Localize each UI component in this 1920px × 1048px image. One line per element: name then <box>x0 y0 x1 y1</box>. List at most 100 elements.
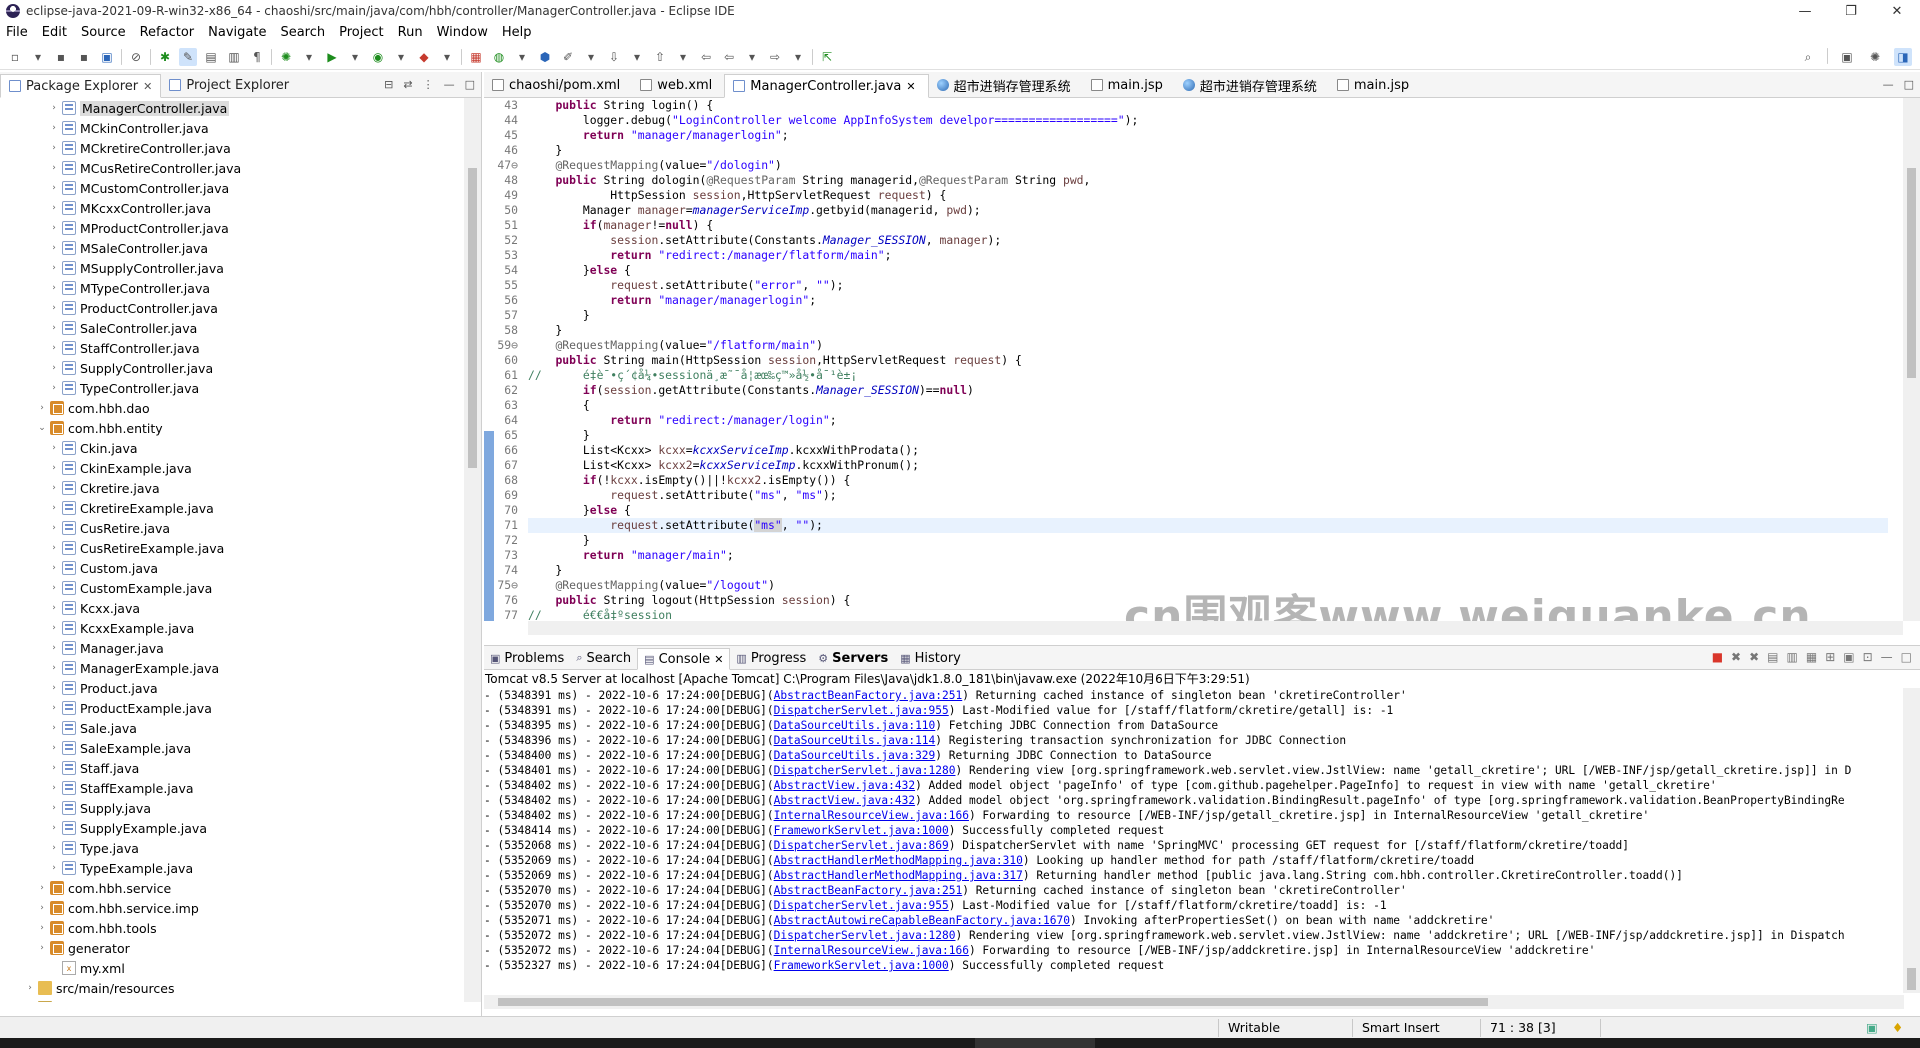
tree-item[interactable]: › SupplyExample.java <box>0 818 462 838</box>
tab-servers[interactable]: ⚙ Servers <box>812 647 894 669</box>
code-line[interactable]: 71 request.setAttribute("ms", ""); <box>504 518 1888 533</box>
tree-item[interactable]: › TypeExample.java <box>0 858 462 878</box>
code-line[interactable]: 43 public String login() { <box>504 98 1888 113</box>
editor-tab[interactable]: main.jsp <box>1329 73 1421 97</box>
tree-item[interactable]: › StaffExample.java <box>0 778 462 798</box>
tip-icon[interactable]: ♦ <box>1892 1020 1903 1035</box>
open-type-icon[interactable]: ✱ <box>156 48 174 66</box>
tree-item[interactable]: › generator <box>0 938 462 958</box>
tree-item[interactable]: › CusRetireExample.java <box>0 538 462 558</box>
tree-item[interactable]: › CusRetire.java <box>0 518 462 538</box>
code-lines[interactable]: 43 public String login() {44 logger.debu… <box>497 98 1888 621</box>
java-perspective-icon[interactable]: ◨ <box>1894 48 1912 66</box>
tree-item[interactable]: › MKcxxController.java <box>0 198 462 218</box>
menu-source[interactable]: Source <box>81 25 126 40</box>
close-tab-icon[interactable]: ✕ <box>906 80 915 93</box>
pin-editor-icon[interactable]: ⇱ <box>818 48 836 66</box>
tree-item[interactable]: › MSaleController.java <box>0 238 462 258</box>
tree-item[interactable]: › Kcxx.java <box>0 598 462 618</box>
expand-arrow-icon[interactable]: › <box>48 563 60 573</box>
console-log[interactable]: - (5348391 ms) - 2022-10-6 17:24:00[DEBU… <box>484 688 1904 993</box>
code-line[interactable]: 49 HttpSession session,HttpServletReques… <box>504 188 1888 203</box>
expand-arrow-icon[interactable]: › <box>36 943 48 953</box>
code-line[interactable]: 54 }else { <box>504 263 1888 278</box>
tab-progress[interactable]: ▥ Progress <box>730 647 812 669</box>
coverage-icon[interactable]: ◉ <box>369 48 387 66</box>
dropdown-icon[interactable]: ▾ <box>346 48 364 66</box>
tree-item[interactable]: › ManagerExample.java <box>0 658 462 678</box>
code-line[interactable]: 48 public String dologin(@RequestParam S… <box>504 173 1888 188</box>
search-tool-icon[interactable]: ✐ <box>559 48 577 66</box>
remove-launch-icon[interactable]: ✖ <box>1731 650 1741 664</box>
expand-arrow-icon[interactable]: ⌄ <box>36 423 48 433</box>
show-whitespace-icon[interactable]: ¶ <box>248 48 266 66</box>
tree-item[interactable]: › MSupplyController.java <box>0 258 462 278</box>
log-source-link[interactable]: AbstractHandlerMethodMapping.java:317 <box>774 869 1023 882</box>
open-task-icon[interactable]: ⬢ <box>536 48 554 66</box>
search-icon[interactable]: ⌕ <box>1799 48 1817 66</box>
expand-arrow-icon[interactable]: › <box>36 923 48 933</box>
forward-icon[interactable]: ⇨ <box>766 48 784 66</box>
save-all-icon[interactable]: ▪ <box>75 48 93 66</box>
expand-arrow-icon[interactable]: › <box>48 103 60 113</box>
tree-item[interactable]: › SaleController.java <box>0 318 462 338</box>
console-scroll-thumb[interactable] <box>1907 968 1916 990</box>
expand-arrow-icon[interactable]: › <box>48 303 60 313</box>
code-line[interactable]: 70 }else { <box>504 503 1888 518</box>
close-icon[interactable]: ✕ <box>1874 0 1920 22</box>
dropdown-icon[interactable]: ▾ <box>438 48 456 66</box>
expand-arrow-icon[interactable]: › <box>48 643 60 653</box>
code-line[interactable]: 56 return "manager/managerlogin"; <box>504 293 1888 308</box>
expand-arrow-icon[interactable]: › <box>48 483 60 493</box>
console-hscroll-thumb[interactable] <box>498 998 1488 1006</box>
last-edit-icon[interactable]: ⇦ <box>697 48 715 66</box>
editor-tab[interactable]: ManagerController.java ✕ <box>724 74 929 98</box>
dropdown-icon[interactable]: ▾ <box>392 48 410 66</box>
block-selection-icon[interactable]: ▤ <box>202 48 220 66</box>
tree-item[interactable]: › SupplyController.java <box>0 358 462 378</box>
expand-arrow-icon[interactable]: › <box>48 803 60 813</box>
tree-item[interactable]: › Ckin.java <box>0 438 462 458</box>
console-hscrollbar[interactable] <box>484 995 1904 1009</box>
terminal-icon[interactable]: ▣ <box>98 48 116 66</box>
tree-item[interactable]: › MProductController.java <box>0 218 462 238</box>
expand-arrow-icon[interactable]: › <box>48 843 60 853</box>
editor-tab[interactable]: main.jsp <box>1083 73 1175 97</box>
tree-item[interactable]: › ProductController.java <box>0 298 462 318</box>
code-line[interactable]: 46 } <box>504 143 1888 158</box>
tree-item[interactable]: › ProductExample.java <box>0 698 462 718</box>
menu-help[interactable]: Help <box>502 25 532 40</box>
code-line[interactable]: 74 } <box>504 563 1888 578</box>
tree-item[interactable]: › Product.java <box>0 678 462 698</box>
expand-arrow-icon[interactable]: › <box>48 763 60 773</box>
insert-mode-status[interactable]: Smart Insert <box>1362 1020 1440 1035</box>
menu-navigate[interactable]: Navigate <box>208 25 266 40</box>
tree-item[interactable]: ⌄ com.hbh.entity <box>0 418 462 438</box>
tree-item[interactable]: › Supply.java <box>0 798 462 818</box>
code-line[interactable]: 64 return "redirect:/manager/login"; <box>504 413 1888 428</box>
expand-arrow-icon[interactable]: › <box>48 343 60 353</box>
editor-scrollbar[interactable] <box>1903 98 1920 621</box>
log-source-link[interactable]: DispatcherServlet.java:955 <box>774 899 949 912</box>
expand-arrow-icon[interactable]: › <box>48 463 60 473</box>
log-source-link[interactable]: AbstractHandlerMethodMapping.java:310 <box>774 854 1023 867</box>
tree-item[interactable]: › MTypeController.java <box>0 278 462 298</box>
dropdown-icon[interactable]: ▾ <box>674 48 692 66</box>
debug-perspective-icon[interactable]: ✺ <box>1866 48 1884 66</box>
notifications-icon[interactable]: ▣ <box>1866 1020 1878 1035</box>
expand-arrow-icon[interactable]: › <box>36 403 48 413</box>
expand-arrow-icon[interactable]: › <box>36 883 48 893</box>
expand-arrow-icon[interactable]: › <box>48 623 60 633</box>
expand-arrow-icon[interactable]: › <box>48 183 60 193</box>
tab-history[interactable]: ▦ History <box>894 647 967 669</box>
code-line[interactable]: 68 if(!kcxx.isEmpty()||!kcxx2.isEmpty())… <box>504 473 1888 488</box>
dropdown-icon[interactable]: ▾ <box>300 48 318 66</box>
log-source-link[interactable]: DispatcherServlet.java:869 <box>774 839 949 852</box>
log-source-link[interactable]: DispatcherServlet.java:1280 <box>774 929 956 942</box>
open-console-icon[interactable]: ⊡ <box>1863 650 1873 664</box>
maximize-console-icon[interactable]: □ <box>1901 650 1912 664</box>
log-source-link[interactable]: AbstractView.java:432 <box>774 779 915 792</box>
menu-file[interactable]: File <box>6 25 28 40</box>
expand-arrow-icon[interactable]: › <box>48 703 60 713</box>
log-source-link[interactable]: InternalResourceView.java:166 <box>774 944 969 957</box>
